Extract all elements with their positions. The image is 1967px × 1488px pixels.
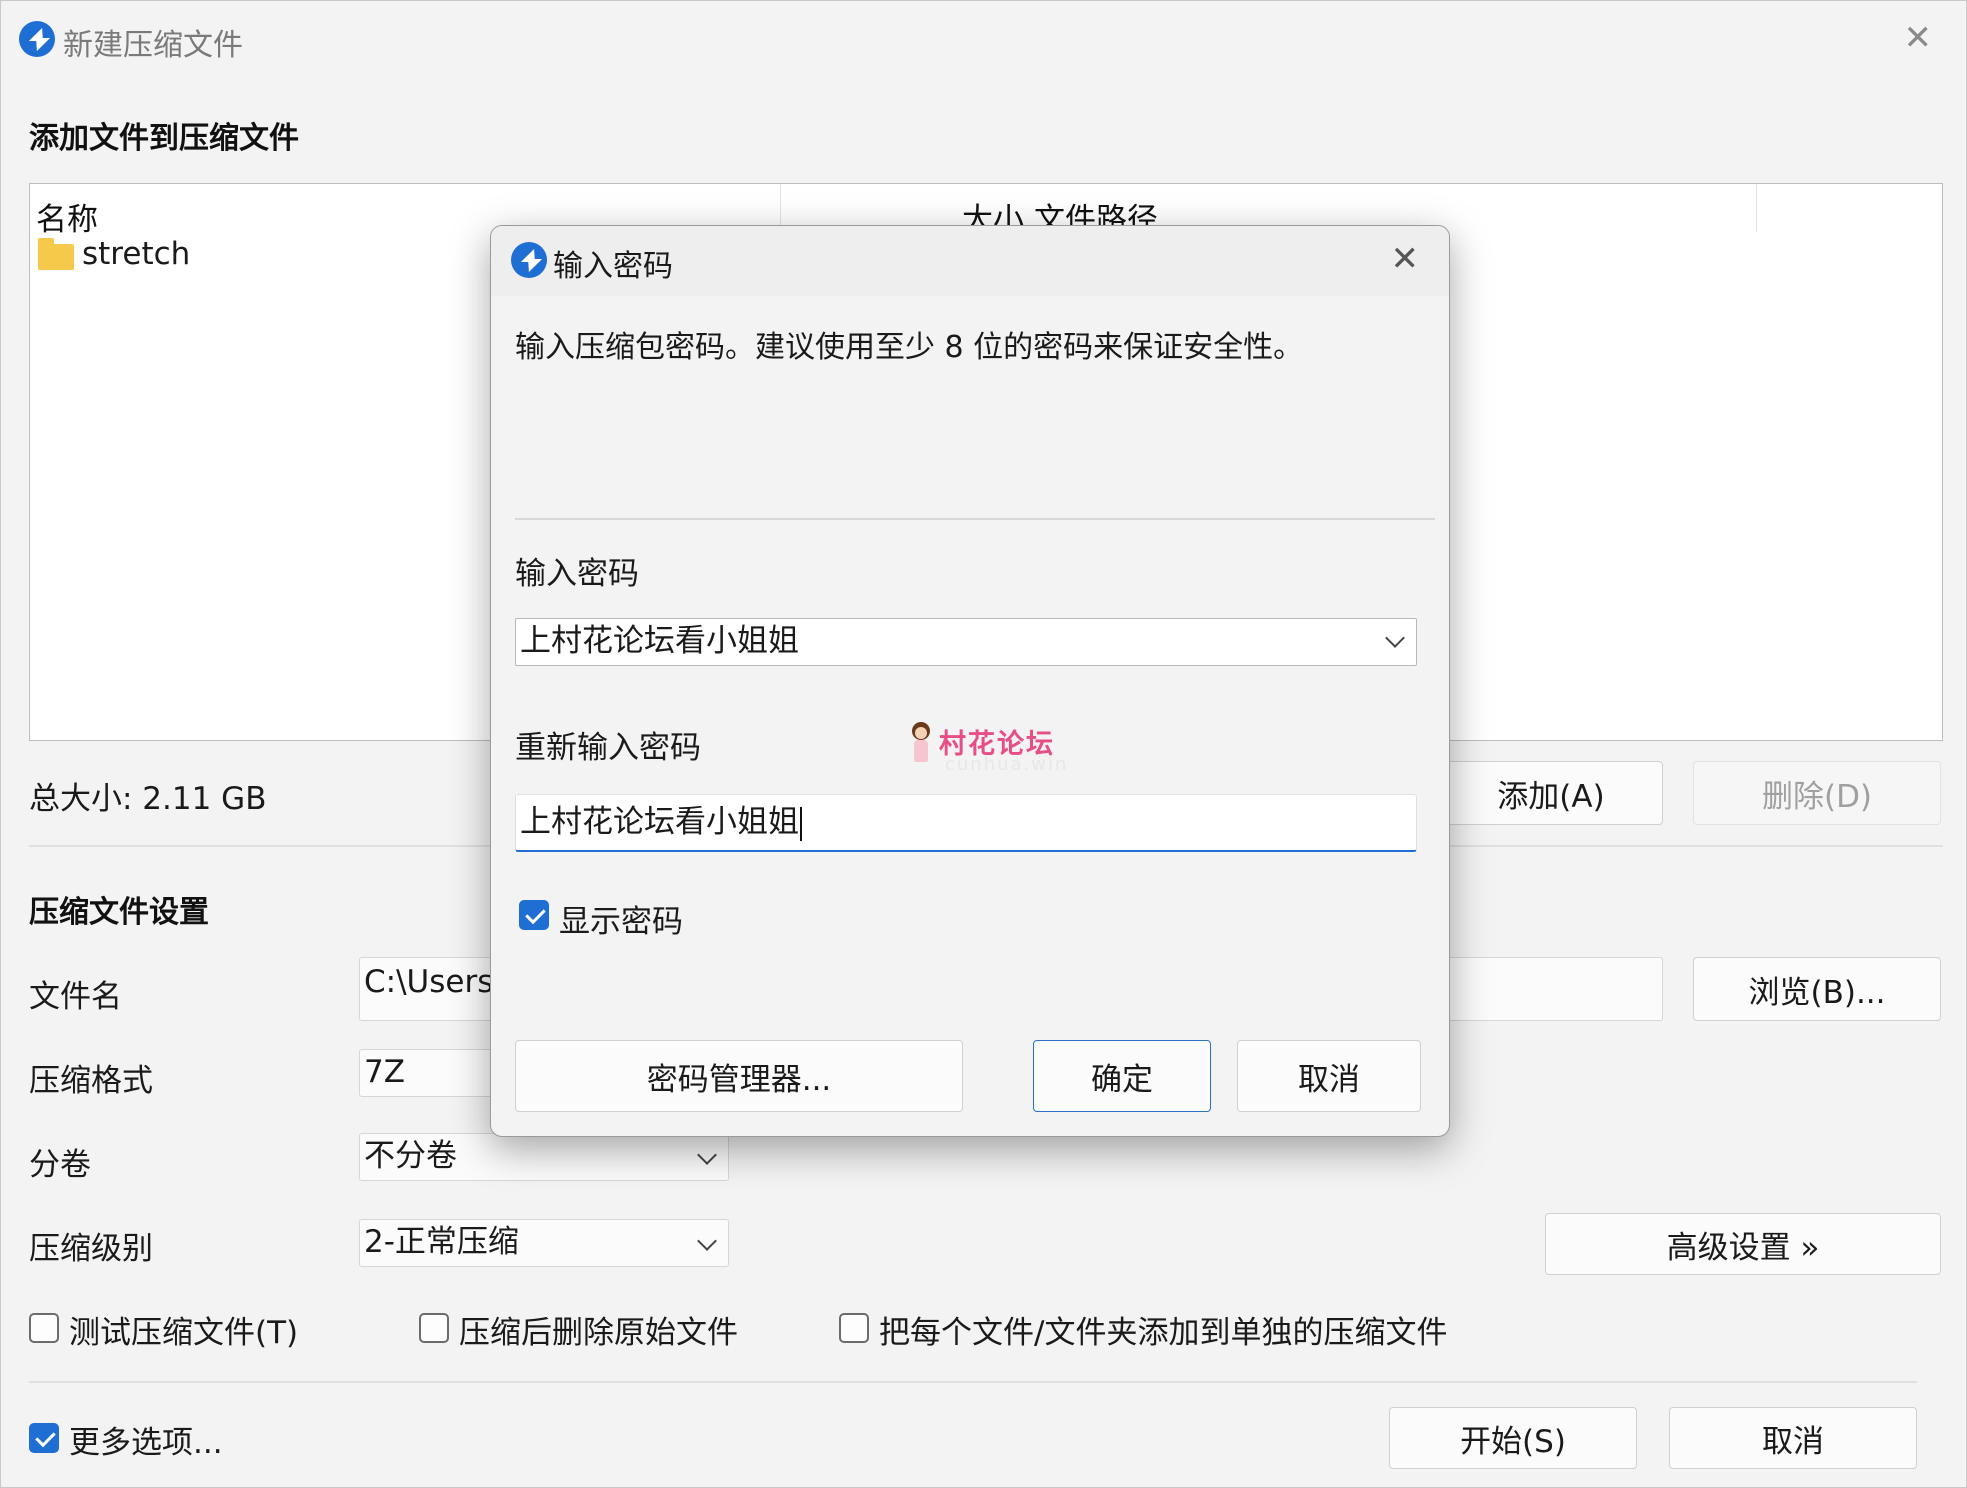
dialog-description: 输入压缩包密码。建议使用至少 8 位的密码来保证安全性。: [515, 330, 1304, 365]
password-manager-button[interactable]: 密码管理器...: [515, 1040, 963, 1112]
reenter-password-label: 重新输入密码: [515, 730, 701, 766]
advanced-settings-button[interactable]: 高级设置 »: [1545, 1213, 1941, 1275]
level-label: 压缩级别: [29, 1231, 153, 1267]
level-value: 2-正常压缩: [364, 1224, 519, 1260]
settings-section-title: 压缩文件设置: [29, 895, 209, 930]
watermark-logo: 村花论坛 cunhua.win: [909, 722, 1069, 778]
chevron-down-icon: [697, 1231, 717, 1251]
show-password-checkbox[interactable]: [519, 900, 549, 930]
password-combobox[interactable]: 上村花论坛看小姐姐: [515, 618, 1417, 666]
total-size: 总大小: 2.11 GB: [29, 781, 267, 817]
split-label: 分卷: [29, 1147, 91, 1183]
title-bar: 新建压缩文件 ✕: [1, 1, 1966, 79]
format-label: 压缩格式: [29, 1063, 153, 1099]
format-value: 7Z: [364, 1054, 405, 1090]
start-button[interactable]: 开始(S): [1389, 1407, 1637, 1469]
window-title: 新建压缩文件: [63, 28, 243, 63]
split-value: 不分卷: [364, 1138, 457, 1174]
split-select[interactable]: 不分卷: [359, 1133, 729, 1181]
app-logo-icon: [511, 242, 547, 278]
password-label: 输入密码: [515, 556, 639, 592]
delete-button[interactable]: 删除(D): [1693, 761, 1941, 825]
filename-label: 文件名: [29, 979, 122, 1015]
level-select[interactable]: 2-正常压缩: [359, 1219, 729, 1267]
delete-after-label[interactable]: 压缩后删除原始文件: [459, 1307, 738, 1352]
divider: [515, 518, 1435, 520]
test-archive-checkbox[interactable]: [29, 1313, 59, 1343]
text-caret: [800, 806, 802, 841]
test-archive-label[interactable]: 测试压缩文件(T): [69, 1307, 298, 1352]
cancel-button[interactable]: 取消: [1669, 1407, 1917, 1469]
show-password-label[interactable]: 显示密码: [559, 896, 683, 941]
file-name: stretch: [82, 236, 191, 272]
files-section-title: 添加文件到压缩文件: [29, 121, 299, 156]
divider: [29, 1381, 1917, 1383]
separate-archives-checkbox[interactable]: [839, 1313, 869, 1343]
reenter-password-value: 上村花论坛看小姐姐: [520, 804, 799, 840]
dialog-cancel-button[interactable]: 取消: [1237, 1040, 1421, 1112]
dialog-title: 输入密码: [553, 249, 673, 284]
column-divider: [1756, 184, 1757, 232]
watermark-girl-icon: [909, 722, 933, 770]
more-options-label[interactable]: 更多选项...: [69, 1417, 223, 1462]
more-options-checkbox[interactable]: [29, 1423, 59, 1453]
app-logo-icon: [19, 21, 55, 57]
separate-archives-label[interactable]: 把每个文件/文件夹添加到单独的压缩文件: [879, 1307, 1447, 1352]
chevron-down-icon: [697, 1145, 717, 1165]
reenter-password-input[interactable]: 上村花论坛看小姐姐: [515, 794, 1417, 852]
folder-icon: [38, 238, 74, 270]
add-button[interactable]: 添加(A): [1439, 761, 1663, 825]
password-dialog: 输入密码 ✕ 输入压缩包密码。建议使用至少 8 位的密码来保证安全性。 输入密码…: [490, 225, 1450, 1137]
chevron-down-icon[interactable]: [1385, 628, 1405, 648]
close-icon[interactable]: ✕: [1391, 242, 1420, 276]
dialog-title-bar: 输入密码 ✕: [491, 226, 1449, 296]
ok-button[interactable]: 确定: [1033, 1040, 1211, 1112]
close-icon[interactable]: ✕: [1904, 21, 1933, 55]
browse-button[interactable]: 浏览(B)...: [1693, 957, 1941, 1021]
watermark-subtitle: cunhua.win: [945, 754, 1069, 775]
password-value: 上村花论坛看小姐姐: [520, 623, 799, 659]
delete-after-checkbox[interactable]: [419, 1313, 449, 1343]
column-header-name[interactable]: 名称: [36, 194, 98, 239]
